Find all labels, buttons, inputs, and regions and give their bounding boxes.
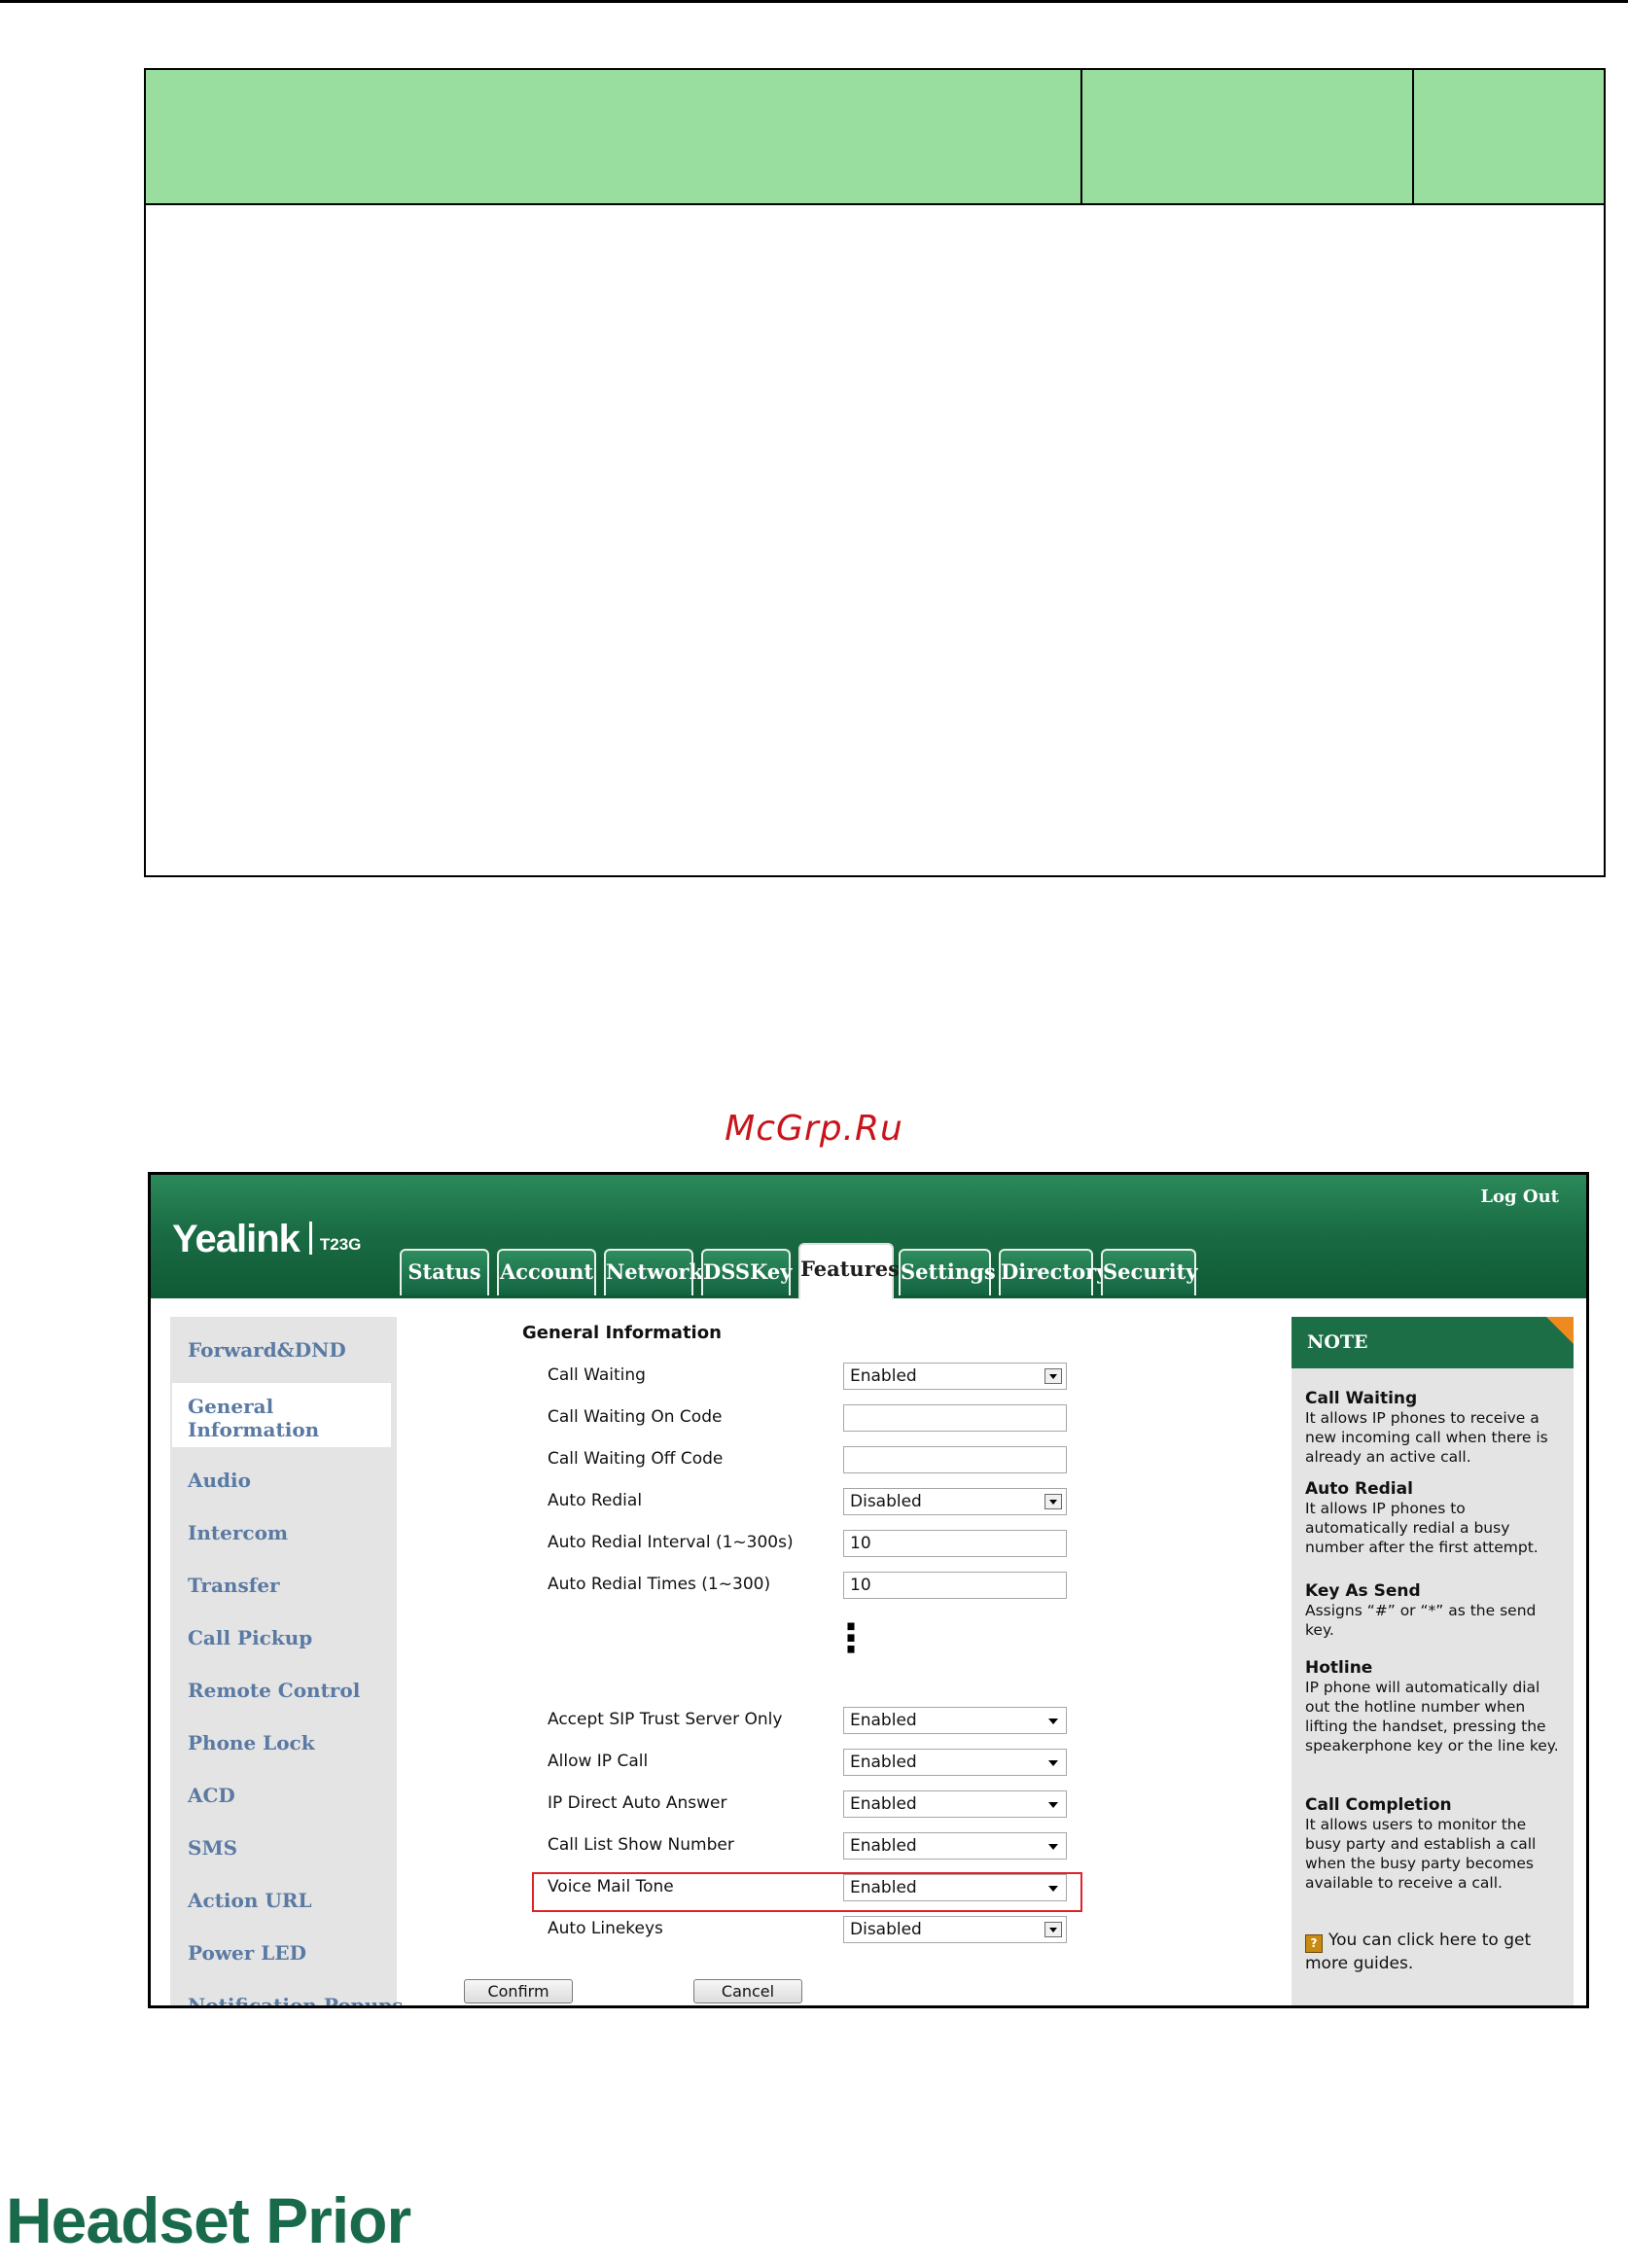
- sidebar-item-notification-popups[interactable]: Notification Popups: [188, 1994, 403, 2005]
- note-title: Key As Send: [1305, 1581, 1421, 1601]
- field-label: Auto Linekeys: [548, 1919, 663, 1938]
- dropdown-select[interactable]: Enabled: [843, 1363, 1067, 1390]
- watermark: McGrp.Ru: [725, 1109, 903, 1149]
- note-text: Assigns “#” or “*” as the send key.: [1305, 1602, 1537, 1639]
- note-text: It allows IP phones to receive a new inc…: [1305, 1409, 1548, 1466]
- field-value: Enabled: [850, 1711, 917, 1730]
- field-value: Enabled: [850, 1753, 917, 1772]
- sidebar-item-sms[interactable]: SMS: [188, 1836, 237, 1860]
- page-top-rule: [0, 0, 1628, 3]
- highlight-box: [532, 1872, 1082, 1912]
- table-column-divider: [1080, 70, 1082, 203]
- tab-network[interactable]: Network: [604, 1249, 703, 1295]
- dropdown-select[interactable]: Enabled: [843, 1707, 1067, 1734]
- field-value: Enabled: [850, 1366, 917, 1386]
- note-title: Call Completion: [1305, 1795, 1452, 1815]
- sidebar-item-acd[interactable]: ACD: [188, 1784, 235, 1807]
- sidebar-item-transfer[interactable]: Transfer: [188, 1574, 280, 1597]
- sidebar-item-phone-lock[interactable]: Phone Lock: [188, 1731, 315, 1754]
- dropdown-arrow-icon: [1044, 1922, 1062, 1937]
- tab-status[interactable]: Status: [400, 1249, 489, 1295]
- tab-security[interactable]: Security: [1101, 1249, 1198, 1295]
- sidebar-item-power-led[interactable]: Power LED: [188, 1941, 306, 1965]
- confirm-button[interactable]: Confirm: [464, 1979, 573, 2003]
- dropdown-arrow-icon: [1048, 1802, 1058, 1808]
- field-label: Call List Show Number: [548, 1835, 734, 1855]
- table-header-row: [146, 70, 1604, 205]
- field-value: 10: [850, 1534, 871, 1553]
- tab-features[interactable]: Features: [798, 1243, 900, 1299]
- note-item: Key As Send Assigns “#” or “*” as the sen…: [1305, 1581, 1566, 1640]
- field-value: Enabled: [850, 1794, 917, 1814]
- note-header: NOTE: [1292, 1317, 1574, 1368]
- tab-account[interactable]: Account: [497, 1249, 596, 1295]
- logout-link[interactable]: Log Out: [1480, 1187, 1559, 1207]
- field-label: Accept SIP Trust Server Only: [548, 1710, 783, 1729]
- dropdown-select[interactable]: Disabled: [843, 1916, 1067, 1943]
- dropdown-select[interactable]: Enabled: [843, 1749, 1067, 1776]
- sidebar-item-call-pickup[interactable]: Call Pickup: [188, 1626, 312, 1649]
- field-value: 10: [850, 1576, 871, 1595]
- note-text: It allows IP phones to automatically red…: [1305, 1500, 1539, 1556]
- dropdown-arrow-icon: [1044, 1368, 1062, 1384]
- table-column-divider: [1412, 70, 1414, 203]
- help-book-icon: ?: [1305, 1934, 1323, 1953]
- note-item: Call Waiting It allows IP phones to recei…: [1305, 1389, 1566, 1467]
- text-input[interactable]: [843, 1446, 1067, 1473]
- dropdown-arrow-icon: [1048, 1719, 1058, 1724]
- field-label: Auto Redial: [548, 1491, 643, 1510]
- note-text: It allows users to monitor the busy part…: [1305, 1816, 1537, 1892]
- text-input[interactable]: 10: [843, 1572, 1067, 1599]
- field-value: Disabled: [850, 1920, 922, 1939]
- web-ui-screenshot: Yealink T23G Log Out Status Account Network…: [148, 1172, 1589, 2008]
- field-value: Enabled: [850, 1836, 917, 1856]
- guide-link[interactable]: ? You can click here to get more guides.: [1305, 1930, 1566, 1974]
- note-title: Hotline: [1305, 1658, 1373, 1678]
- tab-dsskey[interactable]: DSSKey: [701, 1249, 792, 1295]
- sidebar-item-forward-dnd[interactable]: Forward&DND: [188, 1338, 346, 1362]
- field-label: Auto Redial Times (1~300): [548, 1575, 771, 1594]
- guide-text: You can click here to get more guides.: [1305, 1931, 1532, 1973]
- sidebar-item-intercom[interactable]: Intercom: [188, 1521, 288, 1544]
- field-label: Call Waiting On Code: [548, 1407, 723, 1427]
- note-corner-icon: [1546, 1317, 1574, 1344]
- yealink-logo: Yealink T23G: [172, 1218, 362, 1260]
- text-input[interactable]: 10: [843, 1530, 1067, 1557]
- note-item: Auto Redial It allows IP phones to automa…: [1305, 1479, 1566, 1557]
- sidebar-item-action-url[interactable]: Action URL: [188, 1889, 312, 1912]
- field-label: Call Waiting Off Code: [548, 1449, 724, 1469]
- sidebar-item-remote-control[interactable]: Remote Control: [188, 1679, 360, 1702]
- field-label: Auto Redial Interval (1~300s): [548, 1533, 794, 1552]
- field-label: Call Waiting: [548, 1365, 646, 1385]
- field-label: Allow IP Call: [548, 1752, 649, 1771]
- note-item: Hotline IP phone will automatically dial …: [1305, 1658, 1566, 1755]
- text-input[interactable]: [843, 1404, 1067, 1432]
- section-heading: Headset Prior: [6, 2184, 411, 2256]
- sidebar-item-audio[interactable]: Audio: [188, 1469, 251, 1492]
- dropdown-select[interactable]: Enabled: [843, 1790, 1067, 1818]
- ellipsis-icon: ⋮: [832, 1616, 870, 1661]
- dropdown-select[interactable]: Disabled: [843, 1488, 1067, 1515]
- tab-directory[interactable]: Directory: [999, 1249, 1108, 1295]
- cancel-button[interactable]: Cancel: [693, 1979, 802, 2003]
- sidebar-item-general-information[interactable]: General Information: [188, 1395, 324, 1441]
- dropdown-arrow-icon: [1044, 1494, 1062, 1509]
- dropdown-arrow-icon: [1048, 1844, 1058, 1850]
- field-value: Disabled: [850, 1492, 922, 1511]
- document-table: [144, 68, 1606, 877]
- tab-settings[interactable]: Settings: [899, 1249, 996, 1295]
- dropdown-select[interactable]: Enabled: [843, 1832, 1067, 1860]
- dropdown-arrow-icon: [1048, 1760, 1058, 1766]
- field-label: IP Direct Auto Answer: [548, 1793, 727, 1813]
- note-text: IP phone will automatically dial out the…: [1305, 1679, 1559, 1754]
- note-title: Auto Redial: [1305, 1479, 1413, 1499]
- note-title: Call Waiting: [1305, 1389, 1418, 1408]
- note-item: Call Completion It allows users to monito…: [1305, 1795, 1566, 1893]
- section-title: General Information: [522, 1323, 722, 1343]
